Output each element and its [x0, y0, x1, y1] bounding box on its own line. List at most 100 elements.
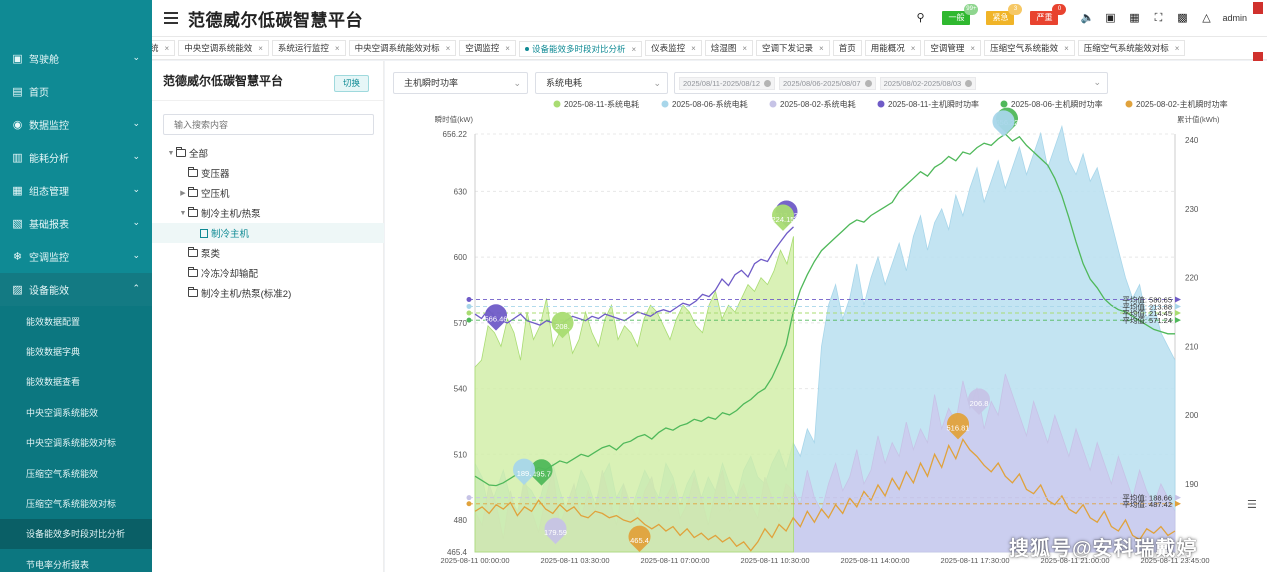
chip-close-icon[interactable] [965, 80, 973, 87]
tab[interactable]: 用能概况 × [864, 40, 922, 56]
alarm-label: 严重 [1036, 13, 1053, 22]
tab[interactable]: 空调管理 × [924, 40, 982, 56]
tab[interactable]: 中央空调系统能效 × [178, 40, 269, 56]
tree-node[interactable]: 制冷主机 [152, 223, 384, 243]
tshirt-icon[interactable]: △ [1200, 12, 1212, 24]
sidebar-subitem[interactable]: 能效数据查看 [0, 367, 152, 397]
sidebar-item[interactable]: ❄ 空调监控 ⌄ [0, 240, 152, 273]
search-icon[interactable]: ⚲ [914, 12, 926, 24]
alarm-count: 99+ [964, 4, 979, 15]
tab[interactable]: 设备能效多时段对比分析 × [518, 41, 643, 57]
tree-node[interactable]: ▼ 全部 [152, 143, 384, 163]
caret-icon[interactable]: ▶ [178, 189, 188, 197]
sidebar-subitem[interactable]: 中央空调系统能效对标 [0, 428, 152, 458]
settings-sliders-icon[interactable]: ☰ [1247, 498, 1257, 511]
menu-toggle-icon[interactable] [164, 12, 178, 24]
tab[interactable]: 首页 [832, 40, 862, 56]
close-icon[interactable]: × [1175, 44, 1180, 53]
sidebar-subitem[interactable]: 能效数据字典 [0, 336, 152, 366]
chevron-down-icon: ⌄ [653, 78, 661, 88]
close-icon[interactable]: × [335, 44, 340, 53]
close-icon[interactable]: × [165, 44, 170, 53]
sidebar-item-label: 数据监控 [29, 121, 69, 132]
tab[interactable]: 统× [152, 40, 176, 56]
user-name[interactable]: admin [1222, 13, 1247, 23]
chip-close-icon[interactable] [764, 80, 772, 87]
alarm-badge-general[interactable]: 一般 99+ [942, 4, 979, 25]
tab[interactable]: 仪表监控 × [645, 40, 702, 56]
tree-node[interactable]: 冷冻冷却输配 [152, 263, 384, 283]
tab[interactable]: 空调下发记录 × [756, 40, 830, 56]
close-icon[interactable]: × [505, 44, 510, 53]
tab[interactable]: 系统运行监控 × [271, 40, 346, 56]
tab[interactable]: 空调监控 × [459, 40, 516, 56]
sidebar-subitem[interactable]: 能效数据配置 [0, 306, 152, 336]
average-line-arrow [1175, 317, 1181, 324]
app-root: ▣ 驾驶舱 ⌄ ▤ 首页 ◉ 数据监控 ⌄ ▥ 能耗分析 ⌄ ▦ 组态管理 ⌄ ▧ 基础报表 ⌄ ❄ 空调监控 ⌄ ▨ 设… [0, 0, 1267, 572]
average-line-label: 平均值: 487.42 [1122, 499, 1172, 509]
metric2-select[interactable]: 系统电耗 ⌄ [535, 72, 668, 94]
sidebar-subitem[interactable]: 设备能效多时段对比分析 [0, 518, 152, 550]
tree-search-input[interactable] [163, 114, 374, 135]
close-icon[interactable]: × [691, 44, 696, 53]
bookmark-icon[interactable] [1253, 2, 1263, 14]
folder-icon [188, 247, 198, 257]
sidebar-subitem[interactable]: 节电率分析报表 [0, 549, 152, 572]
close-icon[interactable]: × [819, 44, 824, 53]
sidebar: ▣ 驾驶舱 ⌄ ▤ 首页 ◉ 数据监控 ⌄ ▥ 能耗分析 ⌄ ▦ 组态管理 ⌄ ▧ 基础报表 ⌄ ❄ 空调监控 ⌄ ▨ 设… [0, 0, 152, 572]
mute-icon[interactable]: 🔈 [1080, 12, 1094, 24]
tab[interactable]: 压缩空气系统能效对标 × [1077, 40, 1186, 56]
sidebar-item[interactable]: ◉ 数据监控 ⌄ [0, 108, 152, 141]
display-icon[interactable]: ▣ [1104, 12, 1116, 24]
translate-icon[interactable]: ▩ [1176, 12, 1188, 24]
tree-node[interactable]: ▶ 空压机 [152, 183, 384, 203]
tab-label: 压缩空气系统能效 [990, 43, 1059, 53]
chip-close-icon[interactable] [864, 80, 872, 87]
close-icon[interactable]: × [258, 44, 263, 53]
fullscreen-icon[interactable]: ⛶ [1152, 12, 1164, 24]
left-tick-label: 570 [454, 319, 468, 328]
sidebar-subitem[interactable]: 压缩空气系统能效对标 [0, 488, 152, 518]
tree-node[interactable]: 变压器 [152, 163, 384, 183]
tree-node[interactable]: ▼ 制冷主机/热泵 [152, 203, 384, 223]
tab[interactable]: 压缩空气系统能效 × [984, 40, 1075, 56]
sidebar-item[interactable]: ▦ 组态管理 ⌄ [0, 174, 152, 207]
watermark: 搜狐号@安科瑞戴婷 [1009, 538, 1198, 560]
tree-node-label: 制冷主机/热泵 [201, 209, 261, 220]
sidebar-item[interactable]: ▥ 能耗分析 ⌄ [0, 141, 152, 174]
sidebar-subitem[interactable]: 中央空调系统能效 [0, 397, 152, 427]
metric1-select[interactable]: 主机瞬时功率 ⌄ [393, 72, 528, 94]
theme-icon[interactable]: ▦ [1128, 12, 1140, 24]
sidebar-subitem[interactable]: 压缩空气系统能效 [0, 458, 152, 488]
sidebar-item[interactable]: ▨ 设备能效 ⌃ [0, 273, 152, 306]
close-icon[interactable]: × [1064, 44, 1069, 53]
sidebar-item[interactable]: ▧ 基础报表 ⌄ [0, 207, 152, 240]
switch-button[interactable]: 切换 [334, 75, 369, 92]
tree-node[interactable]: 泵类 [152, 243, 384, 263]
close-icon[interactable]: × [911, 44, 916, 53]
caret-icon[interactable]: ▼ [166, 150, 176, 157]
tab[interactable]: 焓湿图 × [704, 40, 753, 56]
alarm-badge-urgent[interactable]: 紧急 3 [986, 4, 1023, 25]
alarm-badge-critical[interactable]: 严重 0 [1030, 4, 1067, 25]
sidebar-item-label: 首页 [29, 88, 49, 99]
caret-icon[interactable]: ▼ [178, 210, 188, 217]
chevron-down-icon: ⌄ [513, 78, 521, 88]
sidebar-item[interactable]: ▣ 驾驶舱 ⌄ [0, 42, 152, 75]
close-icon[interactable]: × [446, 44, 451, 53]
tree-title: 范德威尔低碳智慧平台 [163, 74, 284, 88]
close-icon[interactable]: × [970, 44, 975, 53]
tab[interactable]: 中央空调系统能效对标 × [348, 40, 457, 56]
period-multiselect[interactable]: 2025/08/11-2025/08/12 2025/08/06-2025/08/… [674, 72, 1108, 94]
marker-label: 495.7 [532, 470, 551, 479]
legend-label: 2025-08-11-系统电耗 [564, 99, 639, 109]
left-tick-label: 630 [454, 187, 468, 196]
close-icon[interactable]: × [742, 44, 747, 53]
sidebar-item[interactable]: ▤ 首页 [0, 75, 152, 108]
tree-node[interactable]: 制冷主机/热泵(标准2) [152, 283, 384, 303]
right-tick-label: 190 [1185, 480, 1199, 489]
close-icon[interactable]: × [631, 45, 636, 54]
tab-bar: 统×中央空调系统能效×系统运行监控×中央空调系统能效对标×空调监控×设备能效多时… [152, 36, 1267, 60]
period-chip: 2025/08/11-2025/08/12 [679, 77, 776, 90]
comparison-chart[interactable]: 2025-08-11-系统电耗 2025-08-06-系统电耗 2025-08-02… [385, 95, 1267, 572]
